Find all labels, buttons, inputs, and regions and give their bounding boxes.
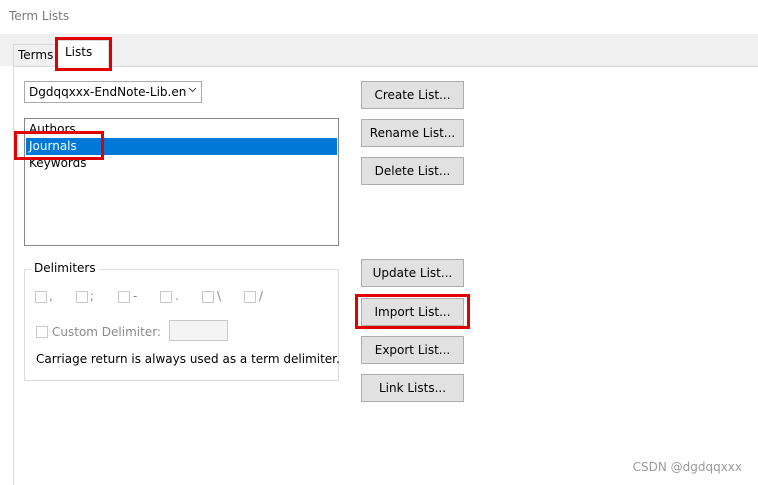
list-item-authors[interactable]: Authors <box>26 121 337 138</box>
delimiter-period-label: . <box>175 289 179 303</box>
delimiter-note: Carriage return is always used as a term… <box>36 352 340 366</box>
list-item-keywords[interactable]: Keywords <box>26 155 337 172</box>
delimiter-comma-label: , <box>49 289 53 303</box>
term-list-box[interactable]: Authors Journals Keywords <box>24 118 339 246</box>
delimiter-hyphen-label: - <box>133 289 138 303</box>
custom-delimiter-label: Custom Delimiter: <box>52 325 161 339</box>
delimiter-comma-checkbox[interactable] <box>35 291 47 303</box>
library-select[interactable]: Dgdqqxxx-EndNote-Lib.en <box>24 81 202 103</box>
delimiter-period-checkbox[interactable] <box>160 291 172 303</box>
delete-list-button[interactable]: Delete List... <box>361 157 464 185</box>
custom-delimiter-checkbox[interactable] <box>36 326 48 338</box>
tab-lists[interactable]: Lists <box>57 40 109 67</box>
window-title: Term Lists <box>9 9 70 23</box>
export-list-button[interactable]: Export List... <box>361 336 464 364</box>
import-list-button[interactable]: Import List... <box>361 298 464 326</box>
delimiters-label: Delimiters <box>31 261 99 275</box>
delimiter-backslash-label: \ <box>217 289 222 303</box>
delimiter-backslash-checkbox[interactable] <box>202 291 214 303</box>
delimiter-semicolon-label: ; <box>90 289 95 303</box>
list-item-journals[interactable]: Journals <box>26 138 337 155</box>
library-select-value: Dgdqqxxx-EndNote-Lib.en <box>29 85 187 99</box>
tab-terms[interactable]: Terms <box>13 44 57 66</box>
delimiter-slash-label: / <box>259 289 264 303</box>
create-list-button[interactable]: Create List... <box>361 81 464 109</box>
delimiter-semicolon-checkbox[interactable] <box>76 291 88 303</box>
link-lists-button[interactable]: Link Lists... <box>361 374 464 402</box>
chevron-down-icon <box>188 87 197 93</box>
custom-delimiter-input[interactable] <box>169 320 228 341</box>
watermark-text: CSDN @dgdqqxxx <box>632 460 742 474</box>
delimiter-hyphen-checkbox[interactable] <box>118 291 130 303</box>
delimiter-slash-checkbox[interactable] <box>244 291 256 303</box>
update-list-button[interactable]: Update List... <box>361 259 464 287</box>
title-bar: Term Lists <box>0 0 758 35</box>
rename-list-button[interactable]: Rename List... <box>361 119 464 147</box>
tab-strip <box>0 34 758 66</box>
